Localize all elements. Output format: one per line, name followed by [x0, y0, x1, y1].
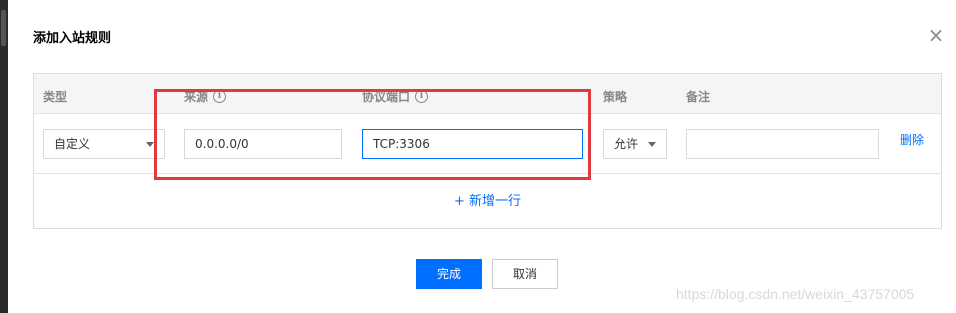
add-row-link[interactable]: + 新增一行 — [34, 190, 941, 209]
chevron-down-icon — [146, 142, 154, 147]
policy-select-value: 允许 — [614, 137, 639, 151]
header-policy-label: 策略 — [603, 90, 628, 104]
header-note-label: 备注 — [686, 90, 711, 104]
dialog-title: 添加入站规则 — [33, 31, 112, 46]
header-note: 备注 — [686, 88, 710, 105]
annotation-highlight-box — [154, 89, 591, 180]
type-select[interactable]: 自定义 — [43, 129, 165, 159]
header-policy: 策略 — [603, 88, 627, 105]
note-input[interactable] — [686, 129, 879, 159]
window-edge-scrollbar[interactable] — [0, 0, 8, 313]
scrollbar-thumb[interactable] — [1, 10, 6, 46]
header-type-label: 类型 — [43, 90, 68, 104]
cancel-button[interactable]: 取消 — [492, 259, 558, 289]
delete-row-link[interactable]: 删除 — [900, 131, 924, 148]
type-select-value: 自定义 — [54, 137, 91, 151]
policy-select[interactable]: 允许 — [603, 129, 667, 159]
watermark: https://blog.csdn.net/weixin_43757005 — [676, 286, 915, 302]
close-icon[interactable]: × — [927, 25, 945, 45]
confirm-button[interactable]: 完成 — [416, 259, 482, 289]
header-type: 类型 — [43, 88, 67, 105]
chevron-down-icon — [648, 142, 656, 147]
